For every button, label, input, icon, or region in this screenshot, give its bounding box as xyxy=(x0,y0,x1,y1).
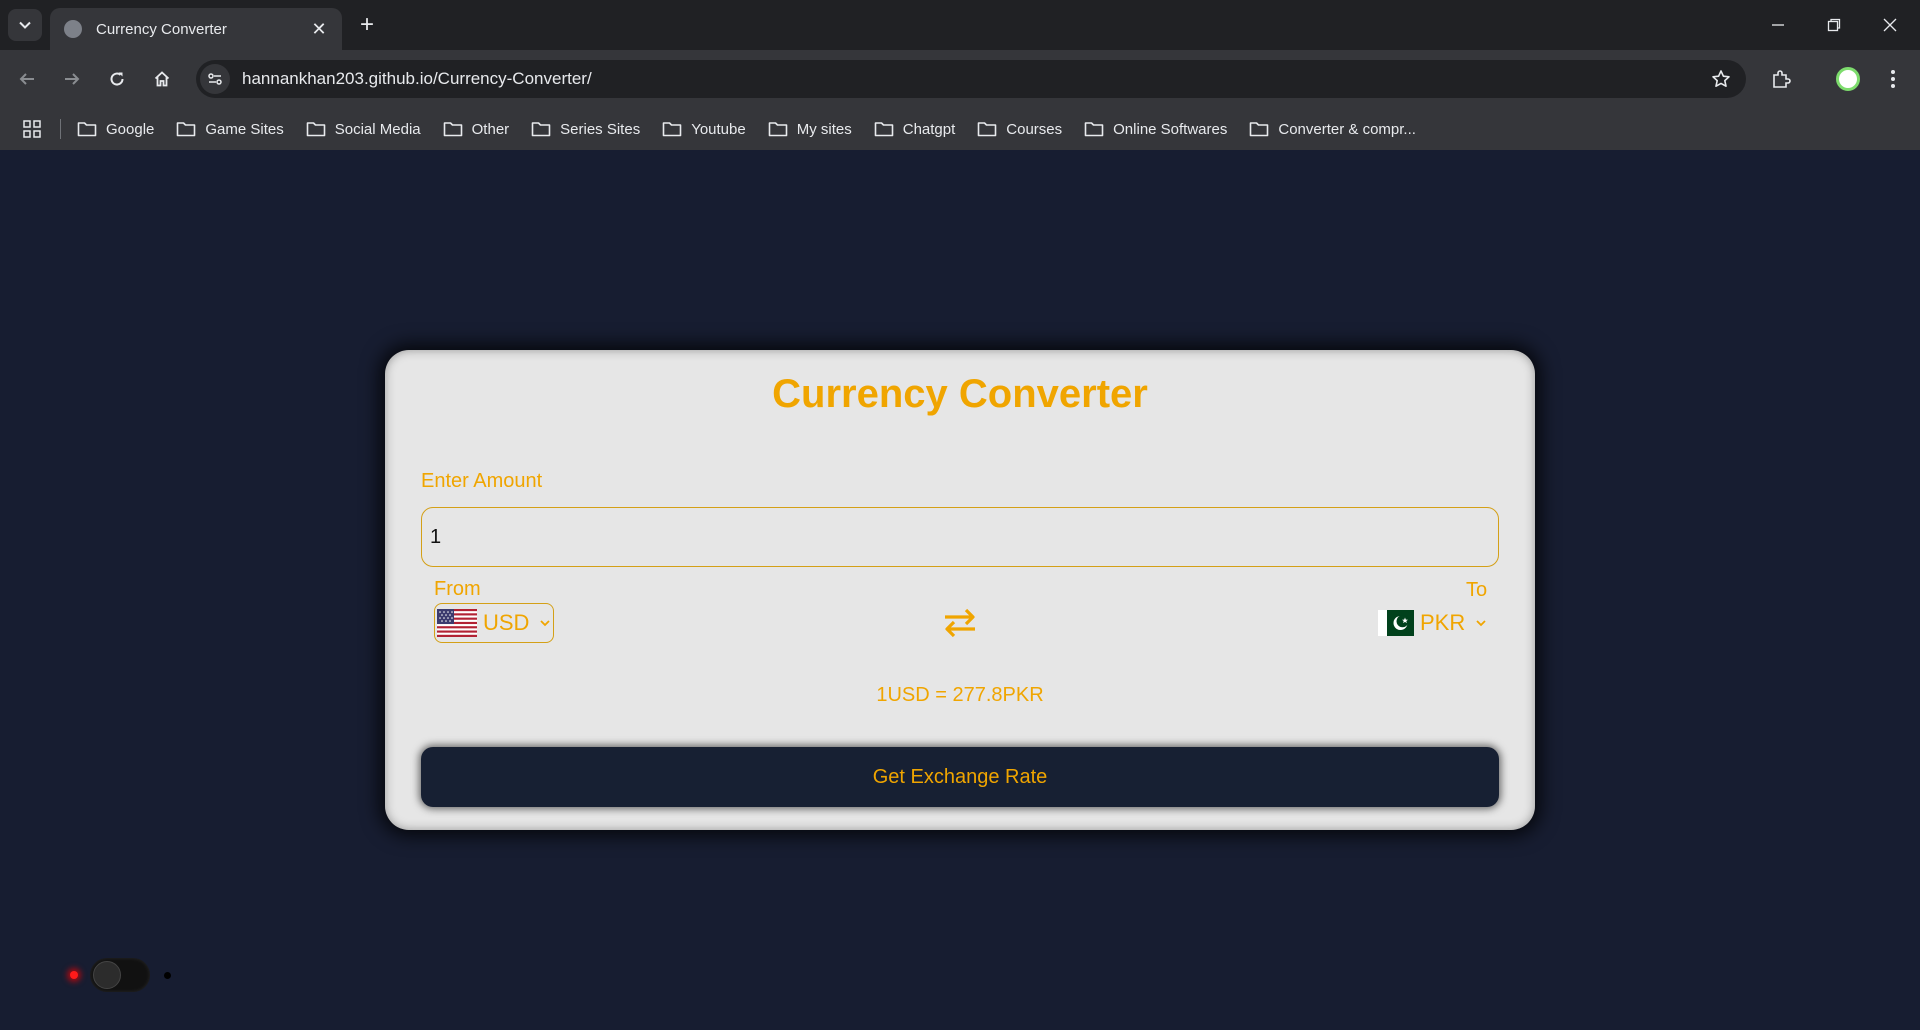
converter-card: Currency Converter Enter Amount From USD xyxy=(385,350,1535,830)
arrow-left-icon xyxy=(19,73,34,85)
globe-icon xyxy=(64,20,82,38)
pakistan-flag-icon xyxy=(1378,610,1414,636)
tab-title: Currency Converter xyxy=(96,20,227,38)
bookmark-folder[interactable]: Youtube xyxy=(662,121,746,138)
folder-icon xyxy=(662,122,682,137)
exchange-rate-message: 1USD = 277.8PKR xyxy=(876,684,1044,706)
from-currency-value: USD xyxy=(483,610,530,635)
bookmark-folder[interactable]: Chatgpt xyxy=(874,120,956,138)
bookmark-folder[interactable]: Online Softwares xyxy=(1084,121,1227,138)
more-vertical-icon xyxy=(1891,70,1895,88)
theme-toggle-group xyxy=(66,954,176,994)
restore-button[interactable] xyxy=(1806,0,1862,50)
bookmark-folder[interactable]: Courses xyxy=(977,121,1062,138)
theme-toggle-switch[interactable] xyxy=(90,958,150,992)
site-info-icon[interactable] xyxy=(200,64,230,94)
to-currency-value: PKR xyxy=(1420,610,1466,635)
extensions-button[interactable] xyxy=(1764,62,1798,96)
chevron-down-icon xyxy=(19,21,31,29)
bookmarks-bar: Google Game Sites Social Media Other Series … xyxy=(0,108,1920,150)
red-indicator-light xyxy=(70,971,78,979)
bookmark-label: Online Softwares xyxy=(1113,120,1228,138)
bookmark-label: Game Sites xyxy=(205,120,284,138)
folder-icon xyxy=(1250,122,1269,137)
to-label: To xyxy=(1466,579,1488,601)
close-icon xyxy=(1883,18,1897,32)
tab-active[interactable]: Currency Converter ✕ xyxy=(50,8,342,50)
swap-arrows-icon[interactable] xyxy=(940,603,980,643)
new-tab-button[interactable]: + xyxy=(352,10,382,40)
bookmark-label: Youtube xyxy=(691,120,746,138)
puzzle-icon xyxy=(1773,70,1791,88)
bookmark-star-icon[interactable] xyxy=(1704,69,1738,89)
chevron-down-icon xyxy=(539,617,551,629)
arrow-right-icon xyxy=(65,73,80,85)
folder-icon xyxy=(531,122,551,137)
folder-icon xyxy=(77,122,97,137)
amount-input[interactable] xyxy=(421,507,1499,567)
bookmark-folder[interactable]: Game Sites xyxy=(176,120,284,138)
from-label: From xyxy=(434,578,481,600)
back-button[interactable] xyxy=(10,62,44,96)
bookmark-label: My sites xyxy=(796,120,852,138)
folder-icon xyxy=(306,122,326,137)
toggle-knob xyxy=(93,961,121,989)
close-window-button[interactable] xyxy=(1862,0,1918,50)
bookmark-label: Other xyxy=(471,120,510,138)
profile-avatar[interactable] xyxy=(1836,67,1860,91)
folder-icon xyxy=(443,122,462,137)
home-button[interactable] xyxy=(145,62,179,96)
amount-label: Enter Amount xyxy=(421,470,543,492)
tab-search-button[interactable] xyxy=(8,9,42,41)
indicator-dot xyxy=(164,972,171,979)
bookmarks-divider xyxy=(60,119,61,139)
bookmark-folder[interactable]: Google xyxy=(77,121,154,138)
minimize-icon xyxy=(1772,24,1784,26)
bookmark-label: Chatgpt xyxy=(902,120,956,138)
folder-icon xyxy=(1084,122,1104,137)
bookmark-label: Converter & compr... xyxy=(1278,120,1416,138)
folder-icon xyxy=(768,122,788,137)
bookmark-label: Courses xyxy=(1006,120,1063,138)
reload-icon xyxy=(110,72,124,86)
restore-icon xyxy=(1827,18,1841,32)
bookmark-label: Social Media xyxy=(334,120,421,138)
minimize-button[interactable] xyxy=(1750,0,1806,50)
forward-button[interactable] xyxy=(55,62,89,96)
browser-toolbar: hannankhan203.github.io/Currency-Convert… xyxy=(0,50,1920,108)
folder-icon xyxy=(874,122,894,137)
apps-grid-icon[interactable] xyxy=(20,117,44,141)
page-title: Currency Converter xyxy=(772,372,1148,416)
bookmark-label: Google xyxy=(106,120,155,138)
bookmark-folder[interactable]: Other xyxy=(443,120,510,138)
folder-icon xyxy=(177,122,196,137)
to-currency-select[interactable]: PKR xyxy=(1368,603,1488,643)
bookmark-folder[interactable]: Series Sites xyxy=(531,121,640,138)
home-icon xyxy=(154,71,170,87)
tab-strip: Currency Converter ✕ + xyxy=(0,0,1920,50)
bookmark-folder[interactable]: My sites xyxy=(768,121,852,138)
url-text[interactable]: hannankhan203.github.io/Currency-Convert… xyxy=(242,69,1704,89)
bookmark-folder[interactable]: Converter & compr... xyxy=(1249,121,1416,138)
us-flag-icon xyxy=(437,609,477,637)
close-tab-icon[interactable]: ✕ xyxy=(308,19,330,40)
bookmark-label: Series Sites xyxy=(560,120,641,138)
folder-icon xyxy=(977,122,997,137)
browser-menu-button[interactable] xyxy=(1876,62,1910,96)
address-bar[interactable]: hannankhan203.github.io/Currency-Convert… xyxy=(196,60,1746,98)
chevron-down-icon xyxy=(1475,617,1487,629)
reload-button[interactable] xyxy=(100,62,134,96)
get-exchange-rate-button[interactable]: Get Exchange Rate xyxy=(421,747,1499,807)
from-currency-select[interactable]: USD xyxy=(434,603,554,643)
bookmark-list: Google Game Sites Social Media Other Series … xyxy=(77,121,1438,138)
bookmark-folder[interactable]: Social Media xyxy=(306,121,421,138)
